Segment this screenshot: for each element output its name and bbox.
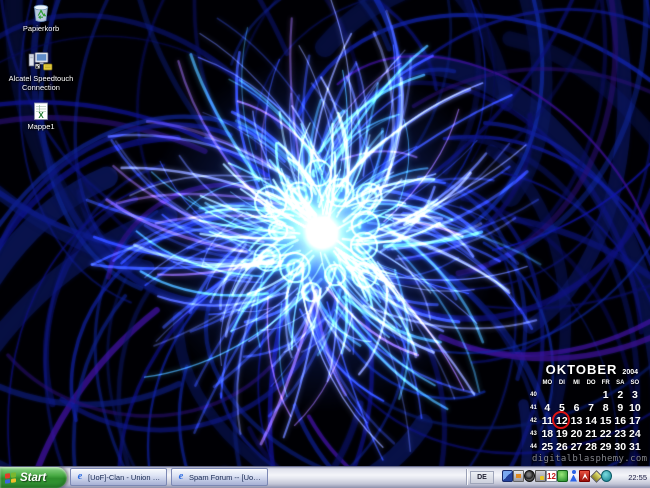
day-header: MI	[573, 380, 580, 386]
calendar-day: 9	[617, 402, 623, 414]
desktop-icon-alcatel-speedtouch[interactable]: Alcatel Speedtouch Connection	[3, 51, 79, 92]
calendar-day: 14	[585, 415, 597, 427]
antivirus-tray-icon[interactable]	[579, 470, 590, 482]
calendar-day: 1	[603, 389, 609, 401]
week-number: 42	[530, 418, 537, 424]
desktop-icon-mappe1[interactable]: X Mappe1	[11, 102, 71, 132]
taskbar-window-uof-clan[interactable]: [UoF]-Clan - Union of...	[70, 468, 167, 486]
taskbar-window-spam-forum[interactable]: Spam Forum -- [UoF]-...	[171, 468, 268, 486]
calendar-day: 21	[585, 428, 597, 440]
svg-text:X: X	[38, 111, 44, 120]
calendar-day: 3	[632, 389, 638, 401]
tray-separator	[466, 469, 467, 485]
calendar-day: 10	[629, 402, 641, 414]
calendar-month: OKTOBER	[546, 362, 618, 377]
calendar-day: 28	[585, 441, 597, 453]
calendar-grid: 40 1 2 3 41 4 5 6 7 8 9 10 42 11 12 13 1…	[524, 388, 650, 454]
internet-explorer-icon	[176, 472, 186, 482]
calendar-day: 24	[629, 428, 641, 440]
day-header: FR	[602, 380, 610, 386]
icon-label: Connection	[3, 84, 79, 93]
dialup-connection-icon	[28, 51, 54, 73]
language-indicator[interactable]: DE	[470, 471, 494, 484]
current-day-ring	[552, 411, 570, 429]
calendar-day: 27	[571, 441, 583, 453]
windows-flag-icon	[5, 472, 16, 484]
calendar-day: 13	[571, 415, 583, 427]
calendar-title: OKTOBER 2004	[524, 362, 650, 376]
start-label: Start	[20, 472, 46, 484]
calendar-day-headers: MO DI MI DO FR SA SO	[524, 378, 650, 388]
week-number: 40	[530, 392, 537, 398]
scheduler-tray-icon[interactable]	[535, 470, 546, 482]
internet-explorer-icon	[75, 472, 85, 482]
calendar-day: 31	[629, 441, 641, 453]
day-header: SA	[616, 380, 624, 386]
calendar-day: 7	[588, 402, 594, 414]
messenger-diamond-tray-icon[interactable]	[590, 470, 601, 482]
day-header: MO	[542, 380, 552, 386]
calendar-day: 30	[614, 441, 626, 453]
calendar-day: 18	[541, 428, 553, 440]
clock-ring-tray-icon[interactable]	[524, 470, 535, 482]
phone-connection-tray-icon[interactable]	[601, 470, 612, 482]
window-title: Spam Forum -- [UoF]-...	[189, 473, 263, 482]
messenger-contact-tray-icon[interactable]	[568, 470, 579, 482]
calendar-day: 16	[614, 415, 626, 427]
icon-label: Papierkorb	[11, 25, 71, 34]
calendar-day: 15	[600, 415, 612, 427]
calendar-day: 22	[600, 428, 612, 440]
icon-label: Mappe1	[11, 123, 71, 132]
display-settings-tray-icon[interactable]	[513, 470, 524, 482]
recycle-bin-icon	[31, 1, 51, 23]
calendar-day: 4	[544, 402, 550, 414]
excel-workbook-icon: X	[32, 102, 50, 121]
day-header: SO	[631, 380, 640, 386]
app-window-tray-icon[interactable]	[502, 470, 513, 482]
calendar-day: 29	[600, 441, 612, 453]
calendar-day: 6	[574, 402, 580, 414]
window-title: [UoF]-Clan - Union of...	[88, 473, 162, 482]
taskbar: Start [UoF]-Clan - Union of... Spam Foru…	[0, 466, 650, 488]
week-number: 44	[530, 444, 537, 450]
calendar-tray-icon[interactable]: 12	[546, 470, 557, 482]
calendar-year: 2004	[622, 369, 638, 376]
calendar-day: 2	[617, 389, 623, 401]
calendar-widget: OKTOBER 2004 MO DI MI DO FR SA SO 40 1 2…	[524, 362, 650, 454]
day-header: DI	[559, 380, 565, 386]
week-number: 41	[530, 405, 537, 411]
calendar-day: 19	[556, 428, 568, 440]
system-green-tray-icon[interactable]	[557, 470, 568, 482]
calendar-day: 20	[571, 428, 583, 440]
calendar-day: 17	[629, 415, 641, 427]
calendar-day: 26	[556, 441, 568, 453]
week-number: 43	[530, 431, 537, 437]
calendar-day: 23	[614, 428, 626, 440]
desktop-icon-papierkorb[interactable]: Papierkorb	[11, 1, 71, 34]
tray-clock[interactable]: 22:55	[628, 466, 647, 488]
start-button[interactable]: Start	[0, 467, 67, 488]
wallpaper-credit: digitalblasphemy.com	[532, 454, 647, 464]
system-tray: 12	[502, 470, 612, 483]
calendar-day: 8	[603, 402, 609, 414]
calendar-day: 25	[541, 441, 553, 453]
day-header: DO	[587, 380, 596, 386]
